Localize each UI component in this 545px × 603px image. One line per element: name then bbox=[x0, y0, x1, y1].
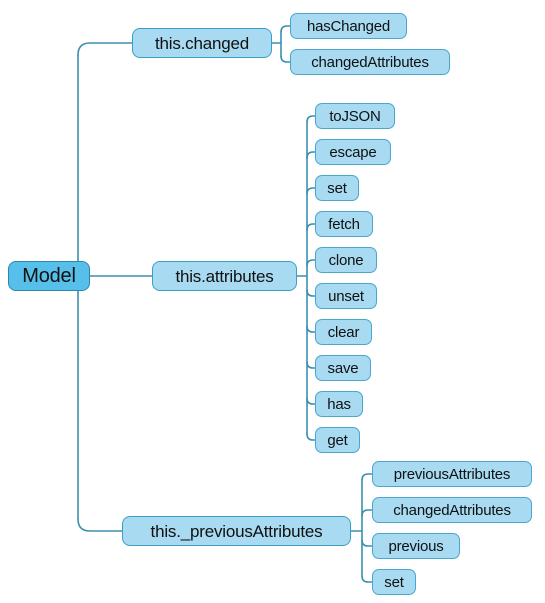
node-label: unset bbox=[328, 287, 364, 305]
elbow-previousattributes bbox=[361, 473, 373, 481]
elbow-escape bbox=[306, 151, 316, 159]
elbow-haschanged bbox=[280, 25, 291, 33]
node-label: this.attributes bbox=[175, 266, 274, 286]
elbow-save bbox=[306, 361, 316, 369]
elbow-tojson bbox=[306, 115, 316, 123]
elbow-has bbox=[306, 397, 316, 405]
node-fetch[interactable]: fetch bbox=[315, 211, 373, 237]
node-label: clear bbox=[327, 323, 360, 341]
node-label: Model bbox=[22, 265, 76, 287]
node-escape[interactable]: escape bbox=[315, 139, 391, 165]
node-get[interactable]: get bbox=[315, 427, 360, 453]
node-label: toJSON bbox=[329, 107, 381, 125]
node-has[interactable]: has bbox=[315, 391, 363, 417]
node-label: get bbox=[327, 431, 348, 449]
node-set-2[interactable]: set bbox=[372, 569, 416, 595]
node-save[interactable]: save bbox=[315, 355, 371, 381]
node-this-attributes[interactable]: this.attributes bbox=[152, 261, 297, 291]
elbow-previous bbox=[361, 539, 373, 547]
node-label: this._previousAttributes bbox=[150, 521, 323, 541]
node-label: has bbox=[327, 395, 351, 413]
node-clone[interactable]: clone bbox=[315, 247, 377, 273]
node-label: changedAttributes bbox=[311, 53, 429, 71]
node-label: hasChanged bbox=[306, 17, 391, 35]
node-this-previousattributes[interactable]: this._previousAttributes bbox=[122, 516, 351, 546]
node-label: changedAttributes bbox=[393, 501, 511, 519]
elbow-clone bbox=[306, 259, 316, 267]
node-label: escape bbox=[329, 143, 377, 161]
elbow-unset bbox=[306, 289, 316, 297]
elbow-changedattributes-1 bbox=[280, 55, 291, 63]
node-label: previousAttributes bbox=[393, 465, 511, 483]
trunk-to-branch-this-previousattributes bbox=[77, 518, 123, 532]
node-this-changed[interactable]: this.changed bbox=[132, 28, 272, 58]
node-label: set bbox=[327, 179, 347, 197]
node-changedattributes-2[interactable]: changedAttributes bbox=[372, 497, 532, 523]
node-label: fetch bbox=[328, 215, 360, 233]
node-previousattributes[interactable]: previousAttributes bbox=[372, 461, 532, 487]
elbow-set-2 bbox=[361, 575, 373, 583]
trunk-to-branch-this-changed bbox=[77, 42, 133, 56]
node-changedattributes[interactable]: changedAttributes bbox=[290, 49, 450, 75]
elbow-changedattributes-2 bbox=[361, 509, 373, 517]
node-unset[interactable]: unset bbox=[315, 283, 377, 309]
node-label: previous bbox=[388, 537, 444, 555]
mindmap-canvas: Model this.changed this.attributes this.… bbox=[0, 0, 545, 603]
elbow-set-1 bbox=[306, 187, 316, 195]
node-tojson[interactable]: toJSON bbox=[315, 103, 395, 129]
elbow-clear bbox=[306, 325, 316, 333]
node-clear[interactable]: clear bbox=[315, 319, 372, 345]
node-label: save bbox=[327, 359, 359, 377]
node-previous[interactable]: previous bbox=[372, 533, 460, 559]
node-label: set bbox=[384, 573, 404, 591]
elbow-fetch bbox=[306, 223, 316, 231]
elbow-get bbox=[306, 433, 316, 441]
node-model[interactable]: Model bbox=[8, 261, 90, 291]
node-haschanged[interactable]: hasChanged bbox=[290, 13, 407, 39]
node-label: this.changed bbox=[154, 33, 249, 53]
node-label: clone bbox=[328, 251, 364, 269]
node-set[interactable]: set bbox=[315, 175, 359, 201]
